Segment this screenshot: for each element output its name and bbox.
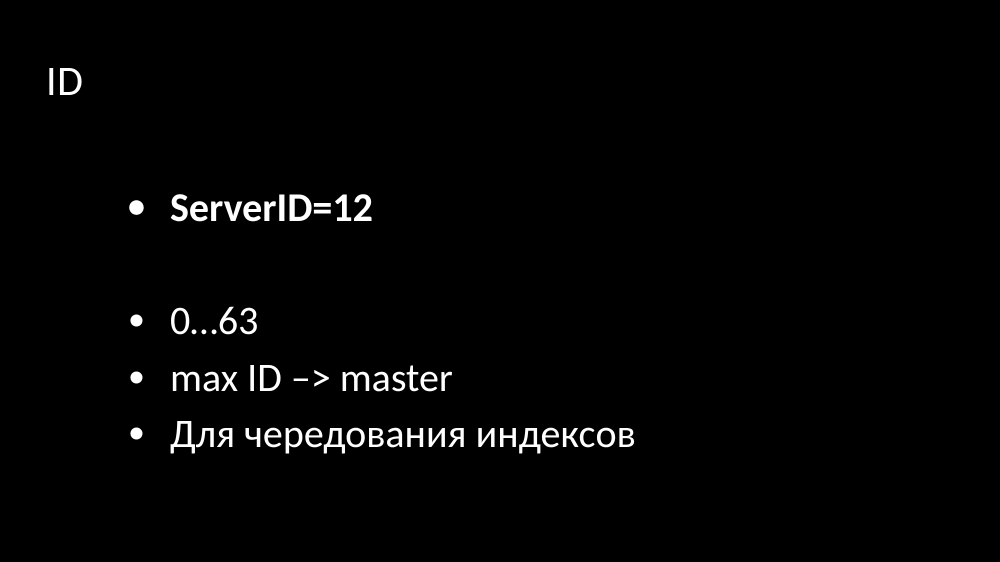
bullet-item: max ID –> master [128,350,636,407]
slide-title: ID [46,56,83,107]
bullet-text: ServerID=12 [170,183,373,232]
bullet-text: max ID –> master [170,353,453,402]
bullet-item: Для чередования индексов [128,406,636,463]
bullet-list: ServerID=12 0…63 max ID –> master Для че… [128,180,636,463]
bullet-item: ServerID=12 [128,180,636,237]
bullet-text: 0…63 [170,296,258,345]
bullet-item: 0…63 [128,293,636,350]
list-spacer [128,237,636,293]
bullet-text: Для чередования индексов [170,409,636,458]
